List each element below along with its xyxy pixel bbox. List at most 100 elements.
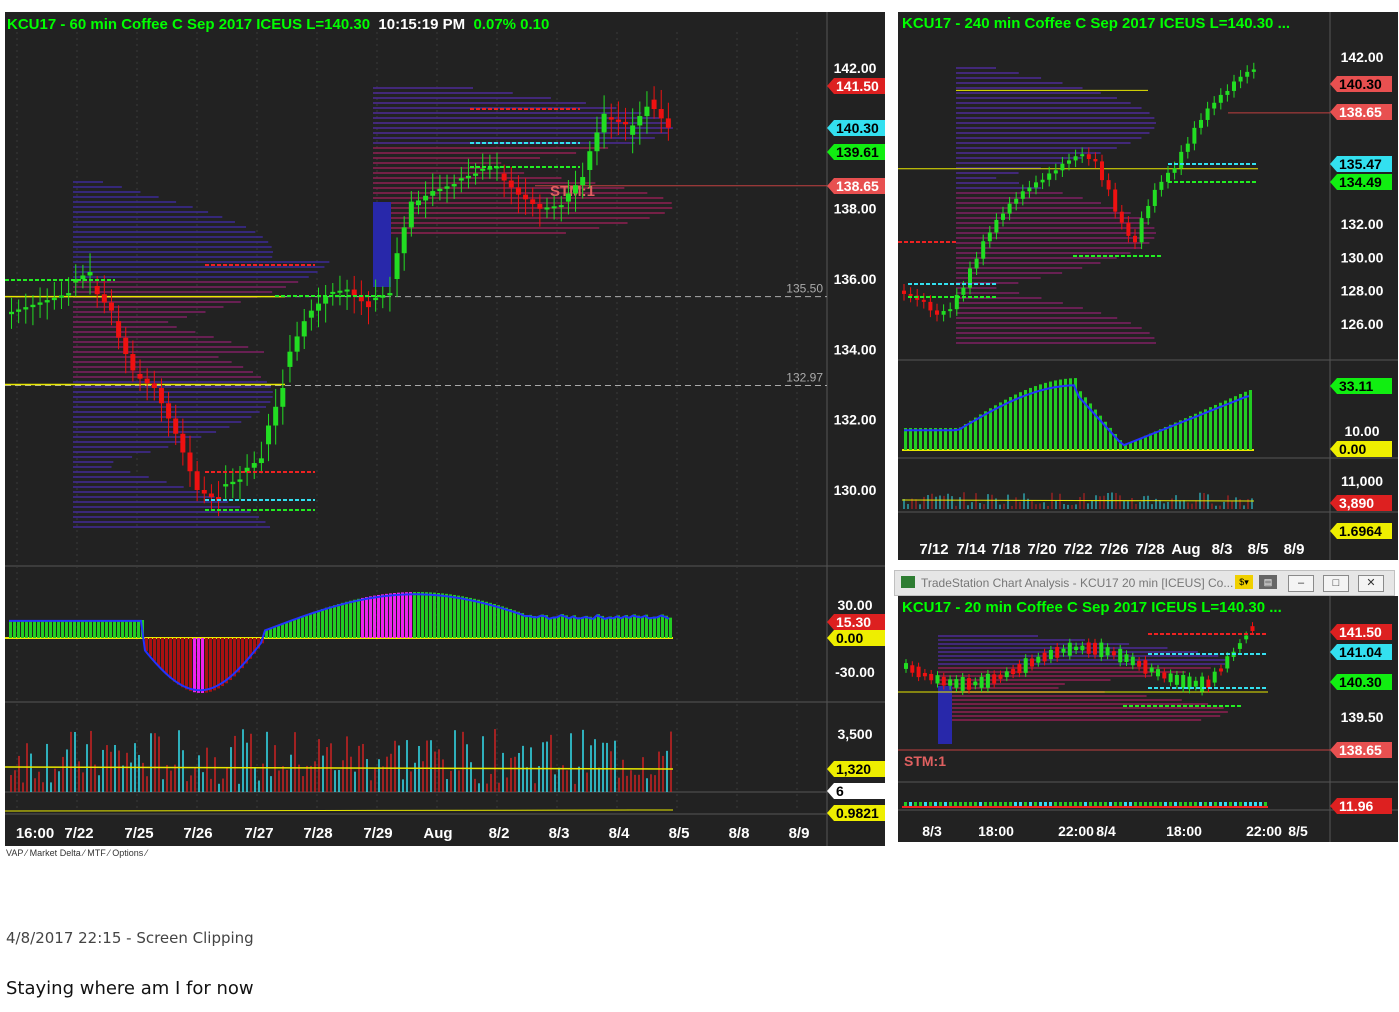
candle-body bbox=[223, 484, 229, 487]
indicator-bar bbox=[165, 638, 168, 675]
main-chart-header: KCU17 - 60 min Coffee C Sep 2017 ICEUS L… bbox=[7, 16, 549, 33]
indicator-bar bbox=[525, 614, 528, 638]
candle-body bbox=[608, 117, 614, 120]
date-label: 16:00 bbox=[16, 825, 54, 842]
indicator-bar bbox=[577, 617, 580, 638]
volume-flag-text: 6 bbox=[836, 783, 844, 799]
indicator-bar bbox=[101, 620, 104, 638]
candle-body bbox=[941, 311, 946, 315]
candle-body bbox=[1200, 676, 1205, 692]
main-chart-svg[interactable]: 135.50 132.97 STM:1 142.00 138.00 136.00 134.0… bbox=[5, 12, 885, 846]
candle-body bbox=[594, 132, 600, 152]
candle-body bbox=[351, 289, 357, 296]
candle-body bbox=[1205, 108, 1210, 120]
candle-body bbox=[80, 275, 86, 279]
indicator-bar bbox=[69, 620, 72, 638]
candle-body bbox=[1156, 669, 1160, 677]
candle-body bbox=[1042, 652, 1047, 662]
price-axis-label: 142.00 bbox=[834, 60, 877, 76]
clipping-timestamp: 4/8/2017 22:15 - Screen Clipping bbox=[6, 929, 254, 947]
candle-body bbox=[1040, 179, 1045, 183]
candle-body bbox=[137, 373, 143, 379]
indicator-bar bbox=[1059, 379, 1062, 450]
indicator-bar bbox=[433, 592, 436, 638]
candle-body bbox=[30, 304, 36, 308]
indicator-bar bbox=[1179, 420, 1182, 450]
chart-20-svg[interactable]: STM:1 139.50 141.50 141.04 140.30 138.65 11.96… bbox=[898, 596, 1398, 842]
close-button[interactable]: ✕ bbox=[1358, 575, 1384, 592]
candle-body bbox=[451, 184, 457, 187]
bottom-tabs[interactable]: VAP ⁄ Market Delta ⁄ MTF ⁄ Options ⁄ bbox=[6, 848, 147, 858]
indicator-bar bbox=[641, 616, 644, 638]
volume-flag-text: 1,320 bbox=[836, 761, 871, 777]
candle-body bbox=[151, 383, 157, 389]
candle-body bbox=[916, 666, 921, 678]
chart-20-window-titlebar[interactable]: TradeStation Chart Analysis - KCU17 20 m… bbox=[894, 570, 1395, 596]
date-label: 7/26 bbox=[183, 825, 212, 842]
date-label: 22:00 bbox=[1246, 823, 1282, 839]
indicator-bar bbox=[173, 638, 176, 682]
candle-body bbox=[644, 106, 650, 117]
date-label: 7/28 bbox=[303, 825, 332, 842]
candle-body bbox=[180, 433, 186, 453]
candle-body bbox=[1017, 663, 1022, 674]
indicator-bar bbox=[121, 620, 124, 638]
indicator-bar bbox=[205, 638, 208, 693]
candle-body bbox=[1111, 651, 1116, 656]
indicator-bar bbox=[413, 592, 416, 638]
candle-body bbox=[1193, 680, 1198, 687]
indicator-bar bbox=[521, 613, 524, 638]
indicator-bar bbox=[277, 625, 280, 638]
candle-body bbox=[1124, 654, 1129, 662]
indicator-bar bbox=[169, 638, 172, 679]
candle-body bbox=[979, 676, 984, 688]
minimize-button[interactable]: – bbox=[1288, 575, 1314, 592]
candle-body bbox=[1061, 648, 1066, 653]
indicator-bar bbox=[1159, 429, 1162, 450]
candle-body bbox=[601, 113, 607, 133]
chart-240-panel[interactable]: 142.00 132.00 130.00 128.00 126.00 140.30 138.… bbox=[898, 12, 1398, 560]
candle-body bbox=[1099, 642, 1104, 658]
candle-body bbox=[1172, 168, 1177, 173]
candle-body bbox=[1146, 205, 1151, 219]
price-axis-label: 128.00 bbox=[1341, 283, 1384, 299]
maximize-button[interactable]: □ bbox=[1323, 575, 1349, 592]
indicator-bar bbox=[1224, 400, 1227, 450]
indicator-bar bbox=[485, 601, 488, 638]
indicator-axis-label: -30.00 bbox=[835, 664, 875, 680]
indicator-bar bbox=[1039, 384, 1042, 450]
candle-body bbox=[1106, 180, 1111, 190]
indicator-bar bbox=[597, 614, 600, 638]
indicator-bar bbox=[1009, 397, 1012, 450]
candle-body bbox=[1179, 151, 1184, 169]
indicator-bar bbox=[989, 408, 992, 450]
candle-body bbox=[473, 173, 479, 176]
indicator-bar bbox=[954, 428, 957, 450]
chart-20-panel[interactable]: STM:1 139.50 141.50 141.04 140.30 138.65 11.96… bbox=[898, 596, 1398, 842]
price-axis-label: 134.00 bbox=[834, 341, 877, 357]
indicator-bar bbox=[561, 614, 564, 638]
ratio-flag-text: 0.9821 bbox=[836, 805, 879, 821]
indicator-bar bbox=[517, 611, 520, 638]
main-chart-panel[interactable]: 135.50 132.97 STM:1 142.00 138.00 136.00 134.0… bbox=[5, 12, 885, 846]
price-flag-text: 139.61 bbox=[836, 144, 879, 160]
toolbar-icon[interactable]: ▤ bbox=[1259, 575, 1277, 589]
candle-body bbox=[330, 291, 336, 294]
price-flag-text: 140.30 bbox=[836, 120, 879, 136]
candle-body bbox=[558, 205, 564, 208]
chart-240-svg[interactable]: 142.00 132.00 130.00 128.00 126.00 140.30 138.… bbox=[898, 12, 1398, 560]
indicator-bar bbox=[461, 596, 464, 638]
candle-body bbox=[408, 201, 414, 228]
indicator-bar bbox=[1184, 418, 1187, 450]
price-flag-text: 138.65 bbox=[1339, 742, 1382, 758]
candle-body bbox=[37, 302, 43, 305]
main-symbol: KCU17 - 60 min Coffee C Sep 2017 ICEUS L… bbox=[7, 16, 371, 33]
indicator-flag-text: 15.30 bbox=[836, 614, 871, 630]
candle-body bbox=[1007, 203, 1012, 214]
symbol-link-icon[interactable]: $▾ bbox=[1235, 575, 1253, 589]
indicator-bar bbox=[457, 595, 460, 638]
candle-body bbox=[208, 493, 214, 498]
indicator-bar bbox=[201, 638, 204, 693]
indicator-bar bbox=[904, 428, 907, 450]
indicator-bar bbox=[541, 614, 544, 638]
